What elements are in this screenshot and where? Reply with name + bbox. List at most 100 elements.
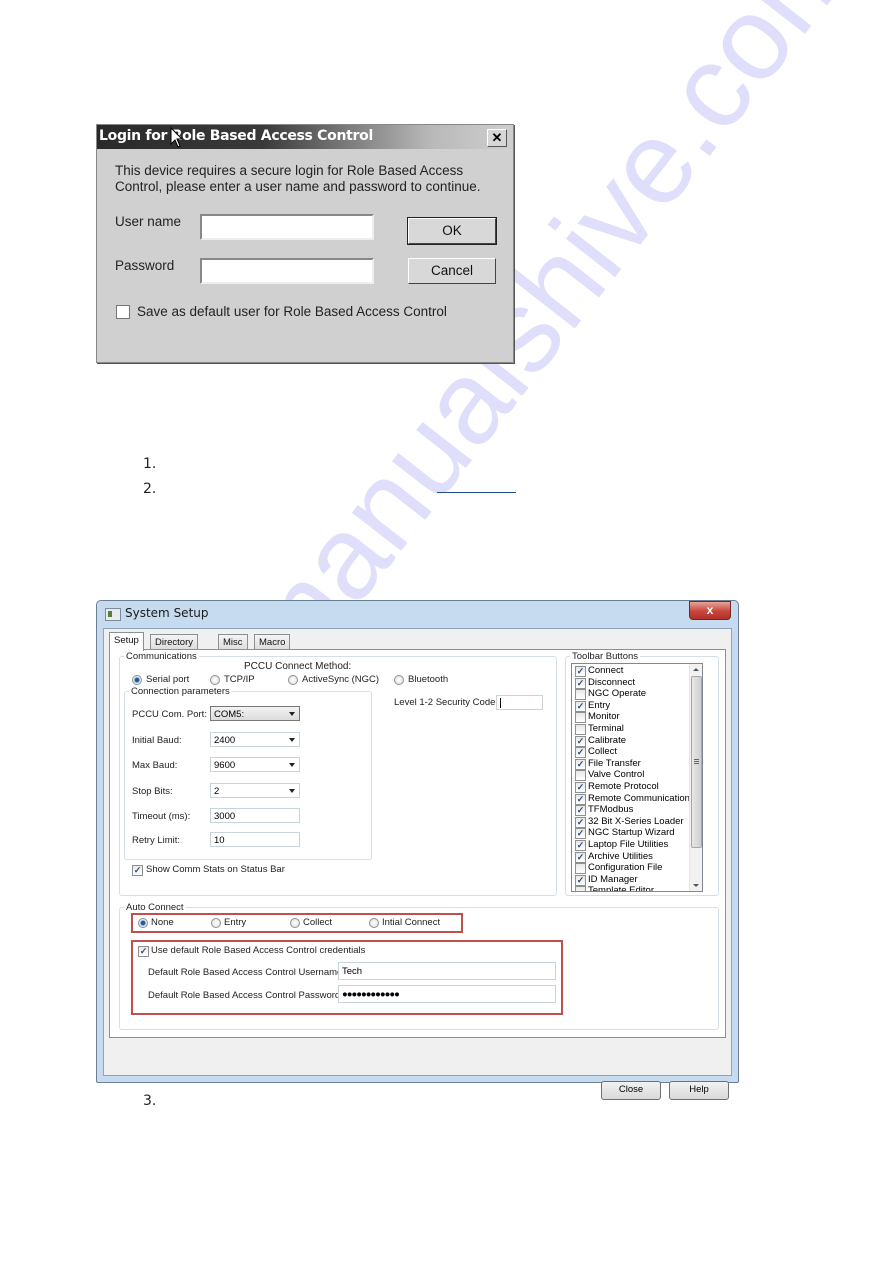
toolbar-item-label: File Transfer bbox=[588, 757, 641, 769]
toolbar-item-checkbox[interactable]: ✓ bbox=[575, 782, 586, 793]
window-close-button[interactable]: x bbox=[689, 601, 731, 620]
grip-icon bbox=[694, 759, 699, 760]
mouse-cursor-icon bbox=[170, 127, 184, 148]
toolbar-item-checkbox[interactable]: ✓ bbox=[575, 700, 586, 712]
connect-method-label: PCCU Connect Method: bbox=[244, 661, 352, 672]
chevron-down-icon bbox=[289, 763, 295, 767]
toolbar-item-checkbox[interactable] bbox=[575, 863, 586, 875]
radio-serial-port[interactable] bbox=[132, 675, 142, 685]
stop-bits-select[interactable]: 2 bbox=[210, 783, 300, 798]
default-password-input[interactable]: ●●●●●●●●●●●● bbox=[338, 985, 556, 1003]
auto-collect-label: Collect bbox=[303, 917, 333, 928]
max-baud-label: Max Baud: bbox=[132, 760, 178, 771]
initial-baud-select[interactable]: 2400 bbox=[210, 732, 300, 747]
step-number-3: 3. bbox=[143, 1093, 157, 1109]
radio-auto-none[interactable] bbox=[138, 918, 148, 928]
help-button[interactable]: Help bbox=[669, 1081, 729, 1100]
toolbar-item-checkbox[interactable]: ✓ bbox=[575, 793, 586, 805]
initial-baud-value: 2400 bbox=[214, 735, 236, 746]
stop-bits-label: Stop Bits: bbox=[132, 786, 173, 797]
window-client: Setup Directory Paths Misc Macro Setup C… bbox=[103, 628, 732, 1100]
toolbar-item-checkbox[interactable] bbox=[575, 770, 586, 782]
stop-bits-value: 2 bbox=[214, 786, 220, 797]
login-close-button[interactable]: ✕ bbox=[487, 129, 507, 147]
username-input[interactable] bbox=[200, 214, 374, 240]
toolbar-item-checkbox[interactable]: ✓ bbox=[575, 758, 586, 770]
communications-legend: Communications bbox=[126, 651, 197, 662]
tab-macro-setup[interactable]: Macro Setup bbox=[254, 634, 291, 663]
auto-connect-legend: Auto Connect bbox=[126, 902, 184, 913]
hyperlink[interactable] bbox=[437, 492, 516, 493]
chevron-down-icon bbox=[289, 712, 295, 716]
toolbar-item-label: Archive Utilities bbox=[588, 850, 653, 862]
toolbar-item-label: Remote Protocol bbox=[588, 781, 659, 792]
toolbar-item-label: Calibrate bbox=[588, 734, 627, 746]
toolbar-item-checkbox[interactable]: ✓ bbox=[575, 666, 586, 677]
setup-tab-page: Communications PCCU Connect Method: Seri… bbox=[109, 649, 726, 1038]
save-default-checkbox[interactable] bbox=[116, 305, 130, 319]
toolbar-item-label: NGC Startup Wizard bbox=[588, 827, 675, 839]
tab-misc[interactable]: Misc bbox=[218, 634, 248, 650]
radio-tcpip[interactable] bbox=[210, 675, 220, 685]
radio-activesync[interactable] bbox=[288, 675, 298, 685]
close-button[interactable]: Close bbox=[601, 1081, 661, 1100]
use-default-credentials-label: Use default Role Based Access Control cr… bbox=[151, 945, 366, 956]
toolbar-item-checkbox[interactable]: ✓ bbox=[575, 805, 586, 817]
tab-directory-paths[interactable]: Directory Paths bbox=[150, 634, 199, 663]
toolbar-buttons-list[interactable]: ✓ Connect ✓ Disconnect NGC Operate ✓ Entry Moni… bbox=[571, 663, 703, 892]
toolbar-item-checkbox[interactable] bbox=[575, 689, 586, 701]
retry-limit-input[interactable]: 10 bbox=[210, 832, 300, 847]
security-code-input[interactable] bbox=[496, 695, 543, 710]
radio-auto-entry[interactable] bbox=[211, 918, 221, 928]
toolbar-item-checkbox[interactable]: ✓ bbox=[575, 840, 586, 851]
bluetooth-label: Bluetooth bbox=[408, 674, 449, 685]
toolbar-item-checkbox[interactable] bbox=[575, 886, 586, 891]
chevron-down-icon bbox=[289, 738, 295, 742]
toolbar-item-checkbox[interactable]: ✓ bbox=[575, 874, 586, 886]
password-input[interactable] bbox=[200, 258, 374, 284]
com-port-label: PCCU Com. Port: bbox=[132, 709, 207, 720]
toolbar-item-checkbox[interactable]: ✓ bbox=[575, 747, 586, 759]
scroll-down-icon[interactable] bbox=[693, 884, 699, 887]
toolbar-item-label: ID Manager bbox=[588, 873, 638, 885]
scrollbar-thumb[interactable] bbox=[691, 676, 702, 848]
initial-baud-label: Initial Baud: bbox=[132, 735, 182, 746]
list-scrollbar[interactable] bbox=[689, 664, 702, 891]
use-default-credentials-checkbox[interactable]: ✓ bbox=[138, 946, 149, 957]
scroll-up-icon[interactable] bbox=[693, 668, 699, 671]
retry-limit-label: Retry Limit: bbox=[132, 835, 181, 846]
show-comm-stats-checkbox[interactable]: ✓ bbox=[132, 865, 143, 876]
radio-auto-collect[interactable] bbox=[290, 918, 300, 928]
default-username-input[interactable]: Tech bbox=[338, 962, 556, 980]
toolbar-item-checkbox[interactable]: ✓ bbox=[575, 677, 586, 689]
password-label: Password bbox=[115, 258, 175, 273]
toolbar-item-checkbox[interactable] bbox=[575, 724, 586, 735]
timeout-input[interactable]: 3000 bbox=[210, 808, 300, 823]
toolbar-item-label: Monitor bbox=[588, 711, 620, 723]
system-setup-window: System Setup x Setup Directory Paths Mis… bbox=[96, 600, 739, 1100]
ok-button[interactable]: OK bbox=[407, 217, 497, 245]
window-title: System Setup bbox=[125, 606, 209, 620]
toolbar-item-checkbox[interactable]: ✓ bbox=[575, 816, 586, 828]
auto-entry-label: Entry bbox=[224, 917, 247, 928]
toolbar-item-checkbox[interactable]: ✓ bbox=[575, 851, 586, 863]
toolbar-item-label: Collect bbox=[588, 746, 618, 758]
toolbar-item-checkbox[interactable]: ✓ bbox=[575, 828, 586, 840]
radio-bluetooth[interactable] bbox=[394, 675, 404, 685]
com-port-select[interactable]: COM5: bbox=[210, 706, 300, 721]
toolbar-item-label: Disconnect bbox=[588, 676, 635, 688]
toolbar-item-label: Terminal bbox=[588, 723, 624, 734]
toolbar-item-label: Laptop File Utilities bbox=[588, 839, 669, 850]
toolbar-item-checkbox[interactable] bbox=[575, 712, 586, 724]
auto-initial-connect-label: Intial Connect bbox=[382, 917, 441, 928]
timeout-label: Timeout (ms): bbox=[132, 811, 191, 822]
tab-setup[interactable]: Setup bbox=[109, 632, 144, 651]
toolbar-item-label: Remote Communications bbox=[588, 792, 695, 804]
security-code-label: Level 1-2 Security Code: bbox=[394, 697, 499, 708]
toolbar-item-checkbox[interactable]: ✓ bbox=[575, 735, 586, 747]
connection-parameters-legend: Connection parameters bbox=[131, 686, 230, 697]
radio-auto-initial-connect[interactable] bbox=[369, 918, 379, 928]
cancel-button[interactable]: Cancel bbox=[408, 258, 496, 284]
toolbar-item-label: Connect bbox=[588, 665, 624, 676]
max-baud-select[interactable]: 9600 bbox=[210, 757, 300, 772]
